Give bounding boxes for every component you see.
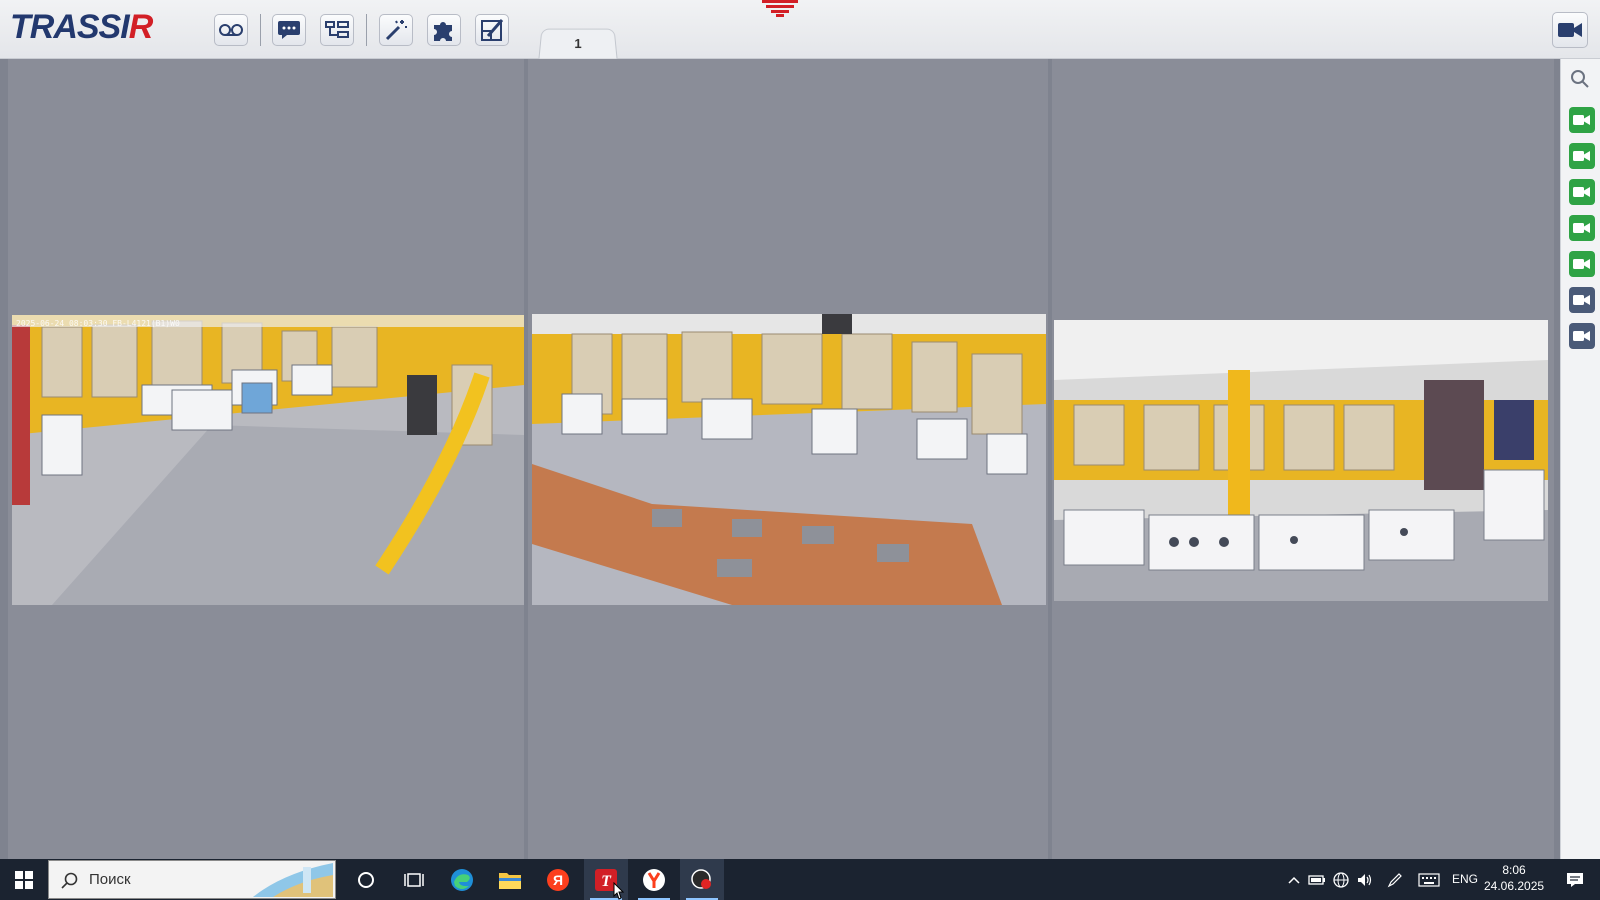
globe-icon xyxy=(1333,871,1349,888)
camera-cell-3[interactable] xyxy=(1052,59,1554,859)
toolbar-separator xyxy=(366,14,367,46)
language-indicator[interactable]: ENG xyxy=(1452,872,1478,886)
edit-screen-icon xyxy=(481,19,504,41)
video-camera-icon xyxy=(1573,259,1590,269)
cortana-button[interactable] xyxy=(344,859,388,900)
search-icon xyxy=(61,872,78,889)
magic-wand-icon xyxy=(385,20,407,41)
task-view-icon xyxy=(404,872,424,887)
windows-taskbar: Поиск Я T ENG 8:06 24.06.2025 xyxy=(0,859,1600,900)
tab-screen-1[interactable]: 1 xyxy=(538,28,618,59)
video-camera-icon xyxy=(1573,151,1590,161)
plugins-button[interactable] xyxy=(427,14,461,46)
taskbar-search-input[interactable]: Поиск xyxy=(48,860,336,899)
video-grid: 2025-06-24 08:03:30 FB-L4121(B1)W0 xyxy=(0,59,1560,859)
speaker-icon xyxy=(1358,873,1372,886)
toolbar-separator xyxy=(260,14,261,46)
side-camera-button[interactable] xyxy=(1569,323,1595,349)
screen-editor-button[interactable] xyxy=(475,14,509,46)
side-camera-button[interactable] xyxy=(1569,107,1595,133)
file-explorer-button[interactable] xyxy=(488,859,532,900)
cameras-button[interactable] xyxy=(1552,12,1588,48)
tray-network[interactable] xyxy=(1330,859,1352,900)
top-toolbar: TRASSIR 1 xyxy=(0,0,1600,59)
camera-image xyxy=(1054,320,1548,601)
side-camera-button[interactable] xyxy=(1569,251,1595,277)
camera-feed-2[interactable] xyxy=(532,314,1046,605)
logo-r: R xyxy=(128,8,154,46)
camera-cell-2[interactable] xyxy=(528,59,1048,859)
recorder-button[interactable] xyxy=(680,859,724,900)
camera-osd-text: 2025-06-24 08:03:30 FB-L4121(B1)W0 xyxy=(16,319,180,328)
svg-text:Я: Я xyxy=(553,872,563,888)
archive-button[interactable] xyxy=(214,14,248,46)
task-view-button[interactable] xyxy=(392,859,436,900)
camera-image xyxy=(532,314,1046,605)
windows-start-icon xyxy=(15,870,33,889)
search-placeholder: Поиск xyxy=(89,871,131,888)
start-button[interactable] xyxy=(0,859,48,900)
tray-battery[interactable] xyxy=(1306,859,1328,900)
video-camera-icon xyxy=(1573,295,1590,305)
camera-side-panel xyxy=(1560,59,1600,859)
video-camera-icon xyxy=(1573,187,1590,197)
logo-text: TRASSI xyxy=(10,8,130,46)
side-search-button[interactable] xyxy=(1570,69,1590,94)
yandex-icon: Я xyxy=(547,868,569,891)
recorder-icon xyxy=(691,868,711,889)
notifications-button[interactable] xyxy=(1558,859,1592,900)
voicemail-icon xyxy=(219,24,243,36)
camera-image xyxy=(12,315,524,605)
battery-icon xyxy=(1308,874,1325,885)
autoconfig-button[interactable] xyxy=(379,14,413,46)
tray-pen[interactable] xyxy=(1384,859,1406,900)
video-camera-icon xyxy=(1573,331,1590,341)
objects-tree-button[interactable] xyxy=(320,14,354,46)
video-camera-icon xyxy=(1573,115,1590,125)
chevron-down-icon xyxy=(762,0,798,17)
panel-toggle-handle[interactable] xyxy=(758,0,802,18)
video-camera-icon xyxy=(1573,223,1590,233)
side-camera-button[interactable] xyxy=(1569,143,1595,169)
pen-icon xyxy=(1387,872,1402,887)
notification-icon xyxy=(1567,872,1583,887)
yandex-button[interactable]: Я xyxy=(536,859,580,900)
edge-button[interactable] xyxy=(440,859,484,900)
camera-feed-3[interactable] xyxy=(1054,320,1548,601)
yandex-browser-button[interactable] xyxy=(632,859,676,900)
trassir-logo: TRASSIR xyxy=(10,8,154,47)
mouse-cursor-icon xyxy=(613,882,625,900)
messages-button[interactable] xyxy=(272,14,306,46)
tree-icon xyxy=(325,21,349,38)
folder-icon xyxy=(499,872,521,889)
edge-icon xyxy=(451,868,473,891)
tray-chevron[interactable] xyxy=(1284,859,1304,900)
tray-volume[interactable] xyxy=(1354,859,1376,900)
chat-icon xyxy=(278,21,300,39)
camera-cell-1[interactable]: 2025-06-24 08:03:30 FB-L4121(B1)W0 xyxy=(8,59,524,859)
tray-keyboard[interactable] xyxy=(1416,859,1442,900)
puzzle-icon xyxy=(434,22,452,41)
side-camera-button[interactable] xyxy=(1569,215,1595,241)
chevron-up-icon xyxy=(1288,876,1300,884)
keyboard-icon xyxy=(1418,872,1440,887)
svg-text:T: T xyxy=(601,873,612,890)
video-camera-icon xyxy=(1558,23,1582,37)
clock-date: 24.06.2025 xyxy=(1484,879,1545,893)
search-highlight-image xyxy=(253,863,333,897)
side-camera-button[interactable] xyxy=(1569,179,1595,205)
tab-label: 1 xyxy=(574,36,582,52)
search-icon xyxy=(1571,70,1589,88)
clock-time: 8:06 xyxy=(1502,863,1526,877)
camera-feed-1[interactable]: 2025-06-24 08:03:30 FB-L4121(B1)W0 xyxy=(12,315,524,605)
yandex-browser-icon xyxy=(643,868,665,891)
tray-clock[interactable]: 8:06 24.06.2025 xyxy=(1484,862,1544,894)
cortana-icon xyxy=(358,871,374,888)
side-camera-button[interactable] xyxy=(1569,287,1595,313)
